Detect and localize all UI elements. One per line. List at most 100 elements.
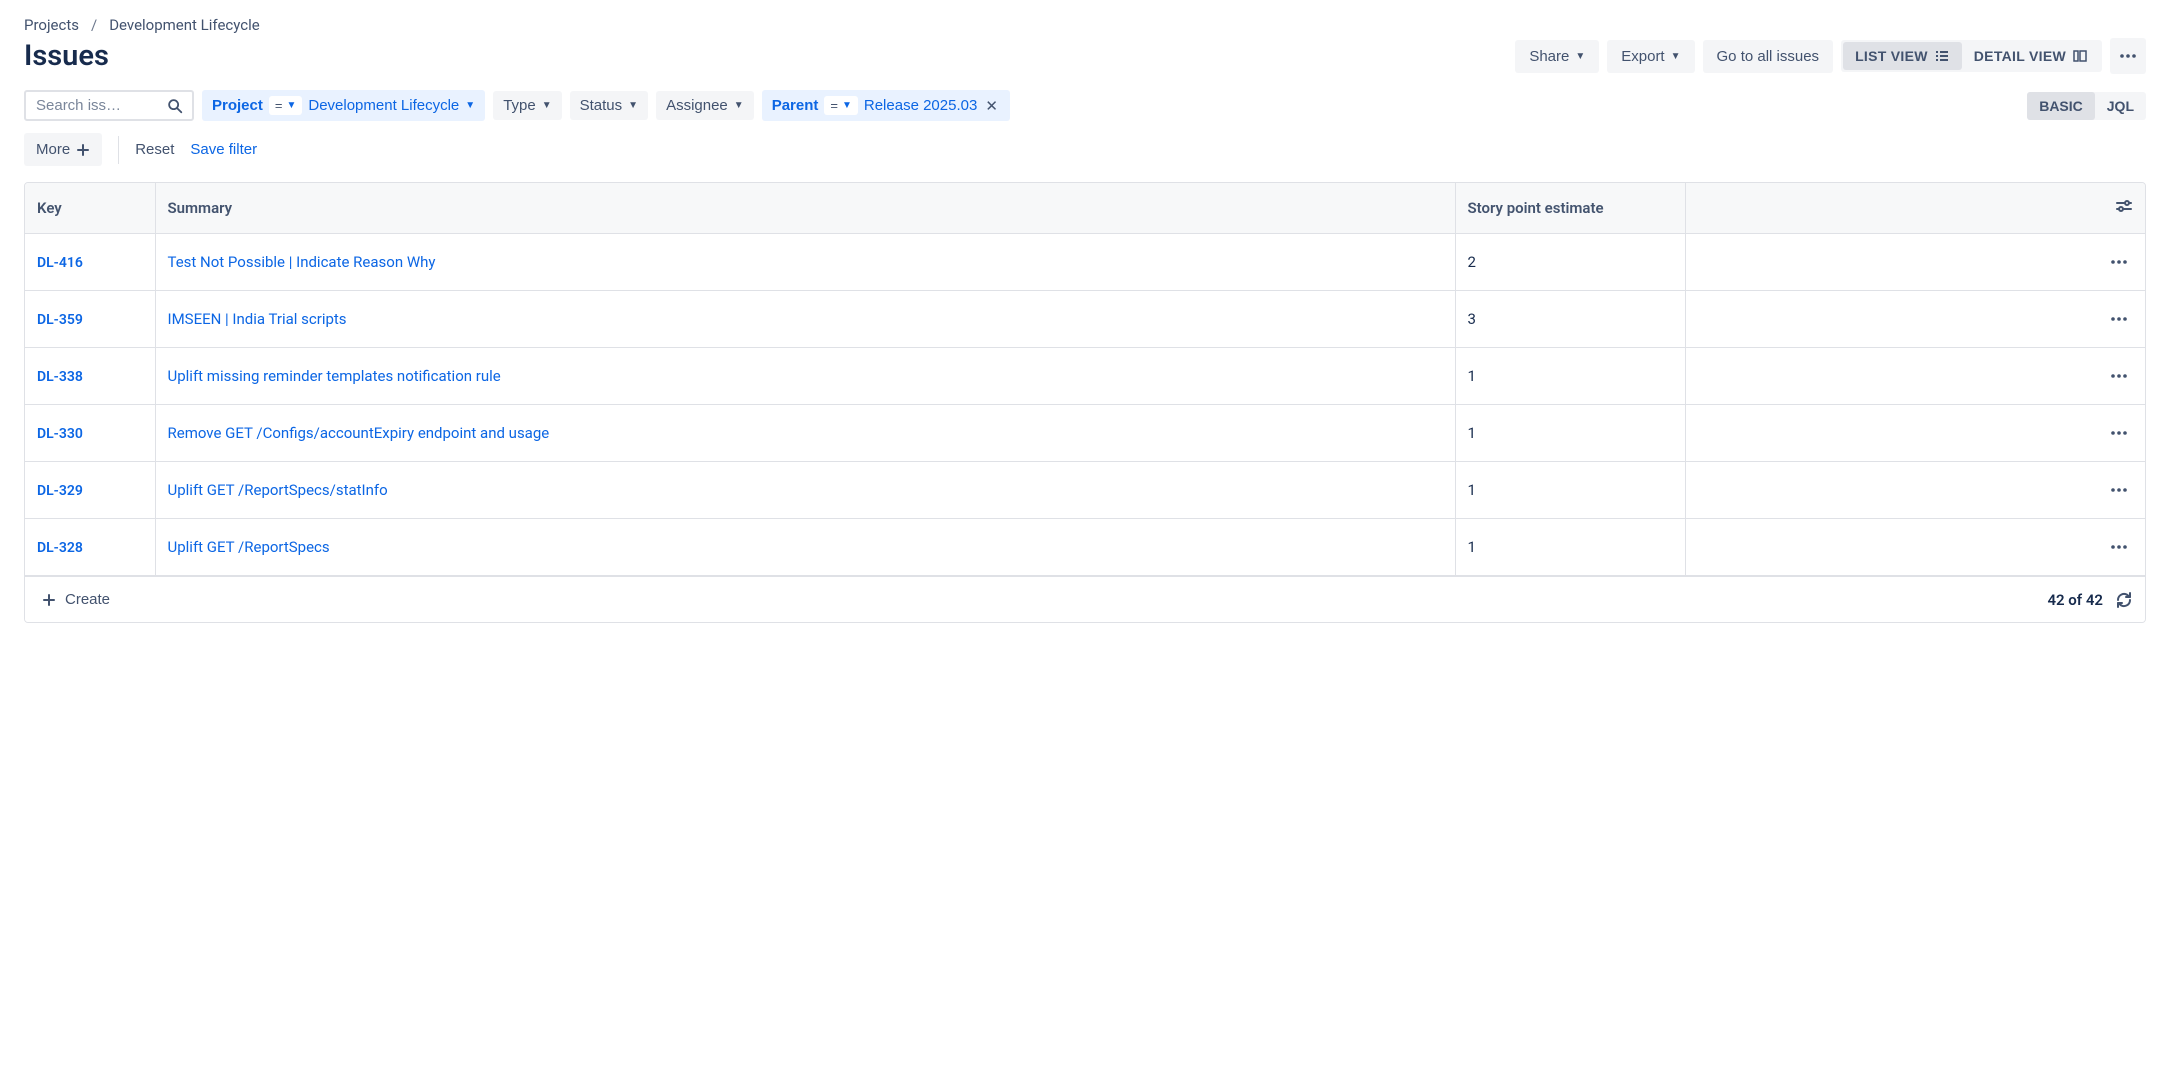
- meatball-icon: [2118, 46, 2138, 66]
- search-icon: [166, 97, 184, 115]
- filter-project-op-text: =: [275, 98, 283, 113]
- chevron-down-icon: ▼: [465, 100, 475, 111]
- refresh-button[interactable]: [2115, 591, 2133, 609]
- export-button[interactable]: Export ▼: [1607, 40, 1694, 73]
- issue-summary-link[interactable]: Test Not Possible | Indicate Reason Why: [168, 253, 436, 271]
- row-actions-button[interactable]: [2105, 533, 2133, 561]
- filter-parent[interactable]: Parent = ▼ Release 2025.03 ✕: [762, 90, 1010, 121]
- row-actions-button[interactable]: [2105, 305, 2133, 333]
- issue-key-link[interactable]: DL-338: [37, 369, 83, 385]
- story-point-cell: 1: [1455, 462, 1685, 519]
- issue-summary-link[interactable]: Remove GET /Configs/accountExpiry endpoi…: [168, 424, 550, 442]
- filter-project-value: Development Lifecycle: [308, 97, 459, 114]
- share-button[interactable]: Share ▼: [1515, 40, 1599, 73]
- table-row[interactable]: DL-359IMSEEN | India Trial scripts3: [25, 291, 2145, 348]
- list-view-button[interactable]: LIST VIEW: [1843, 42, 1962, 70]
- query-mode-toggle: BASIC JQL: [2027, 92, 2146, 120]
- chevron-down-icon: ▼: [734, 100, 744, 111]
- vertical-separator: [118, 136, 119, 164]
- export-label: Export: [1621, 48, 1664, 65]
- meatball-icon: [2109, 423, 2129, 443]
- table-footer: Create 42 of 42: [25, 576, 2145, 622]
- table-row[interactable]: DL-416 Test Not Possible | Indicate Reaso…: [25, 234, 2145, 291]
- filter-status[interactable]: Status ▼: [570, 91, 648, 120]
- result-count: 42 of 42: [2047, 591, 2103, 609]
- chevron-down-icon: ▼: [842, 100, 852, 111]
- table-row[interactable]: DL-338 Uplift missing reminder templates …: [25, 348, 2145, 405]
- filter-project-label: Project: [212, 97, 263, 114]
- basic-mode-button[interactable]: BASIC: [2027, 92, 2095, 120]
- filter-status-label: Status: [580, 97, 623, 114]
- detail-icon: [2072, 48, 2088, 64]
- create-button[interactable]: Create: [37, 587, 114, 612]
- jql-mode-button[interactable]: JQL: [2095, 92, 2146, 120]
- issue-key-link[interactable]: DL-359: [37, 312, 83, 328]
- row-actions-button[interactable]: [2105, 419, 2133, 447]
- issue-summary-link[interactable]: Uplift GET /ReportSpecs: [168, 538, 330, 556]
- issue-key-link[interactable]: DL-328: [37, 540, 83, 556]
- issues-table: Key Summary Story point estimate DL-416 T…: [24, 182, 2146, 623]
- story-point-cell: 1: [1455, 348, 1685, 405]
- chevron-down-icon: ▼: [542, 100, 552, 111]
- breadcrumb: Projects / Development Lifecycle: [24, 16, 2146, 34]
- filter-parent-clear[interactable]: ✕: [983, 97, 1000, 115]
- filter-project[interactable]: Project = ▼ Development Lifecycle ▼: [202, 90, 485, 121]
- table-row[interactable]: DL-328 Uplift GET /ReportSpecs 1: [25, 519, 2145, 576]
- share-label: Share: [1529, 48, 1569, 65]
- filter-assignee[interactable]: Assignee ▼: [656, 91, 754, 120]
- go-to-all-issues-button[interactable]: Go to all issues: [1703, 40, 1834, 73]
- reset-button[interactable]: Reset: [135, 137, 174, 162]
- table-row[interactable]: DL-329 Uplift GET /ReportSpecs/statInfo 1: [25, 462, 2145, 519]
- column-header-summary[interactable]: Summary: [155, 183, 1455, 234]
- column-settings[interactable]: [1685, 183, 2145, 234]
- issue-key-link[interactable]: DL-329: [37, 483, 83, 499]
- issue-key-link[interactable]: DL-330: [37, 426, 83, 442]
- more-filters-button[interactable]: More: [24, 133, 102, 166]
- filter-project-operator[interactable]: = ▼: [269, 96, 303, 115]
- story-point-cell: 1: [1455, 519, 1685, 576]
- filter-assignee-label: Assignee: [666, 97, 728, 114]
- list-view-label: LIST VIEW: [1855, 48, 1928, 64]
- issue-key-link[interactable]: DL-416: [37, 255, 83, 271]
- go-all-label: Go to all issues: [1717, 48, 1820, 65]
- row-actions-button[interactable]: [2105, 248, 2133, 276]
- row-actions-button[interactable]: [2105, 362, 2133, 390]
- list-icon: [1934, 48, 1950, 64]
- plus-icon: [41, 592, 57, 608]
- chevron-down-icon: ▼: [286, 100, 296, 111]
- refresh-icon: [2115, 591, 2133, 609]
- meatball-icon: [2109, 537, 2129, 557]
- plus-icon: [76, 143, 90, 157]
- column-header-key[interactable]: Key: [25, 183, 155, 234]
- search-input-wrapper[interactable]: [24, 90, 194, 121]
- story-point-cell: 1: [1455, 405, 1685, 462]
- chevron-down-icon: ▼: [1671, 51, 1681, 62]
- filter-parent-label: Parent: [772, 97, 819, 114]
- more-label: More: [36, 141, 70, 158]
- issue-summary-link[interactable]: Uplift GET /ReportSpecs/statInfo: [168, 481, 388, 499]
- chevron-down-icon: ▼: [1575, 51, 1585, 62]
- create-label: Create: [65, 591, 110, 608]
- meatball-icon: [2109, 309, 2129, 329]
- filter-type-label: Type: [503, 97, 536, 114]
- breadcrumb-projects[interactable]: Projects: [24, 16, 79, 34]
- meatball-icon: [2109, 366, 2129, 386]
- more-actions-button[interactable]: [2110, 38, 2146, 74]
- column-header-story-points[interactable]: Story point estimate: [1455, 183, 1685, 234]
- issue-summary-link[interactable]: IMSEEN | India Trial scripts: [168, 310, 347, 328]
- breadcrumb-project[interactable]: Development Lifecycle: [109, 16, 260, 34]
- detail-view-label: DETAIL VIEW: [1974, 48, 2066, 64]
- sliders-icon: [2115, 197, 2133, 215]
- filter-type[interactable]: Type ▼: [493, 91, 561, 120]
- breadcrumb-separator: /: [91, 16, 97, 34]
- issue-summary-link[interactable]: Uplift missing reminder templates notifi…: [168, 367, 501, 385]
- meatball-icon: [2109, 480, 2129, 500]
- filter-parent-op-text: =: [830, 98, 838, 113]
- save-filter-button[interactable]: Save filter: [190, 137, 257, 162]
- page-title: Issues: [24, 39, 109, 73]
- detail-view-button[interactable]: DETAIL VIEW: [1962, 42, 2100, 70]
- search-input[interactable]: [34, 96, 166, 115]
- filter-parent-operator[interactable]: = ▼: [824, 96, 858, 115]
- table-row[interactable]: DL-330 Remove GET /Configs/accountExpiry …: [25, 405, 2145, 462]
- row-actions-button[interactable]: [2105, 476, 2133, 504]
